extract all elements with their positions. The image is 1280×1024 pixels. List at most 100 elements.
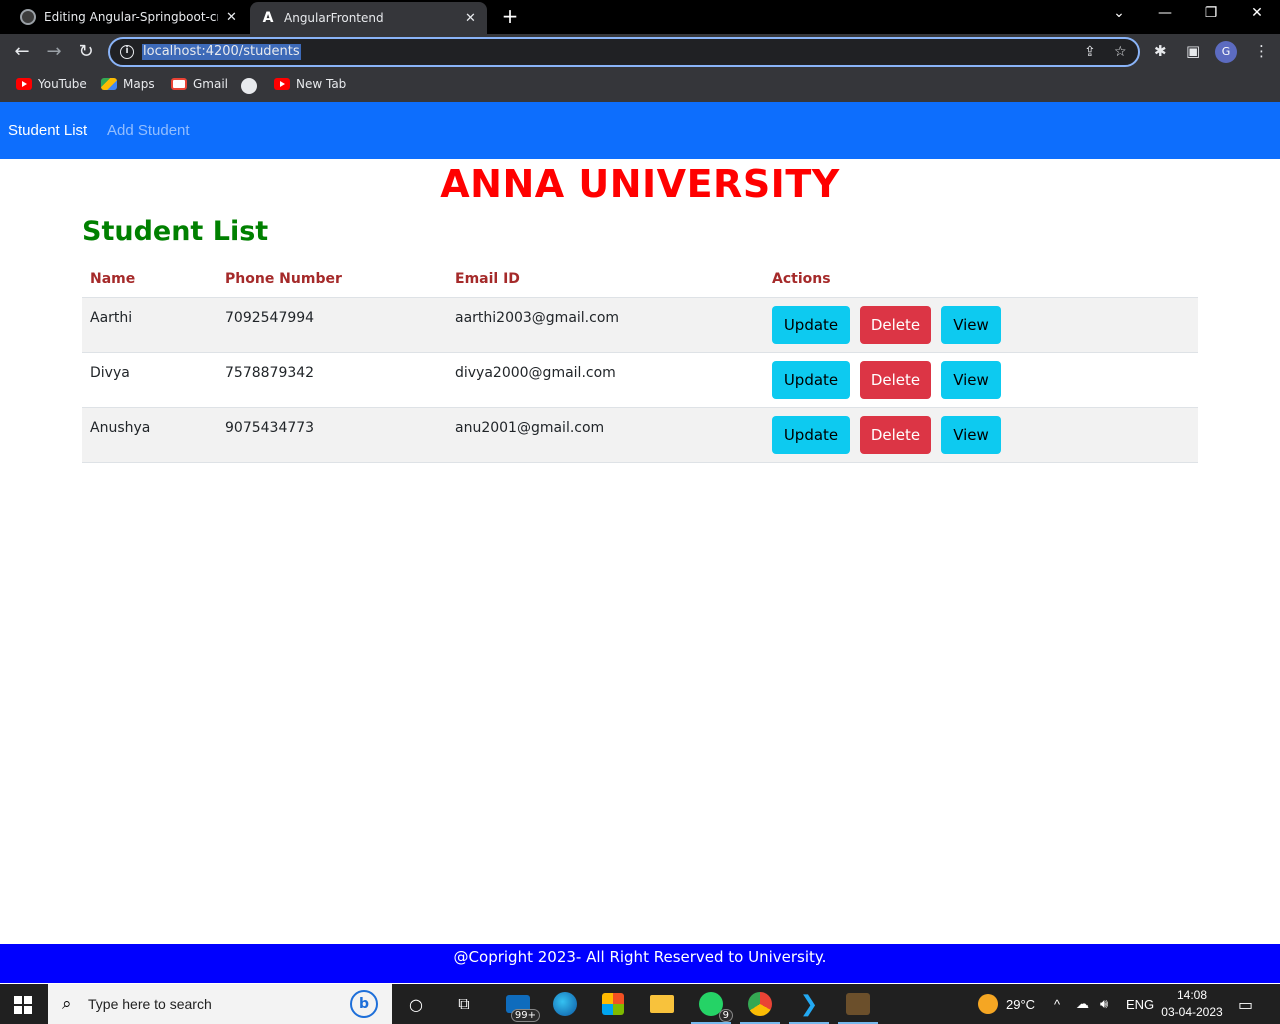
- close-tab-icon[interactable]: ✕: [226, 10, 237, 25]
- search-placeholder: Type here to search: [88, 996, 212, 1012]
- angular-icon: A: [262, 10, 274, 26]
- cell-phone: 9075434773: [217, 407, 447, 463]
- view-button[interactable]: View: [941, 360, 1001, 399]
- globe-icon: [241, 78, 257, 94]
- windows-start-icon[interactable]: [14, 996, 32, 1014]
- weather-temp: 29°C: [1006, 996, 1036, 1012]
- cell-name: Anushya: [82, 407, 217, 463]
- view-button[interactable]: View: [941, 415, 1001, 454]
- weather-widget[interactable]: 29°C: [978, 984, 1035, 1024]
- cell-phone: 7578879342: [217, 352, 447, 408]
- close-tab-icon[interactable]: ✕: [465, 11, 476, 26]
- tab-title: AngularFrontend: [284, 11, 384, 25]
- windows-taskbar: ⌕ Type here to search b ○ ⧉ 99+ 9 ❯ 29°C…: [0, 984, 1280, 1024]
- whatsapp-badge: 9: [718, 1009, 733, 1022]
- footer-text: @Copright 2023- All Right Reserved to Un…: [453, 948, 827, 966]
- search-icon: ⌕: [62, 994, 72, 1014]
- youtube-icon: [16, 78, 32, 90]
- taskbar-search-box[interactable]: ⌕ Type here to search b: [48, 984, 392, 1024]
- chrome-icon: [748, 992, 772, 1016]
- bookmark-maps[interactable]: Maps: [101, 77, 155, 91]
- task-view-icon[interactable]: ⧉: [450, 990, 478, 1018]
- address-bar[interactable]: i localhost:4200/students ⇪ ☆: [108, 37, 1140, 67]
- cell-actions: Update Delete View: [764, 407, 1198, 463]
- notifications-icon[interactable]: ▭: [1238, 995, 1253, 1014]
- tab-search-icon[interactable]: ⌄: [1104, 5, 1134, 21]
- reload-icon[interactable]: ↻: [74, 40, 98, 64]
- update-button[interactable]: Update: [772, 415, 850, 454]
- network-icon[interactable]: ☁: [1076, 984, 1089, 1024]
- bookmark-label: Maps: [123, 77, 155, 91]
- cell-email: anu2001@gmail.com: [447, 407, 764, 463]
- delete-button[interactable]: Delete: [860, 305, 931, 344]
- game-app[interactable]: [838, 990, 878, 1024]
- delete-button[interactable]: Delete: [860, 360, 931, 399]
- browser-tab-bar: Editing Angular-Springboot-crud ✕ A Angu…: [0, 0, 1280, 34]
- minimize-icon[interactable]: —: [1150, 5, 1180, 21]
- column-header-name: Name: [82, 262, 217, 298]
- chrome-app[interactable]: [740, 990, 780, 1024]
- bing-icon[interactable]: b: [350, 990, 378, 1018]
- bookmark-label: Gmail: [193, 77, 229, 91]
- nav-link-add-student[interactable]: Add Student: [107, 122, 190, 139]
- vscode-app[interactable]: ❯: [789, 990, 829, 1024]
- side-panel-icon[interactable]: ▣: [1186, 42, 1200, 60]
- page-title: ANNA UNIVERSITY: [440, 162, 840, 206]
- section-heading: Student List: [82, 216, 269, 247]
- view-button[interactable]: View: [941, 305, 1001, 344]
- table-row: Divya 7578879342 divya2000@gmail.com Upd…: [82, 352, 1198, 408]
- url-text[interactable]: localhost:4200/students: [142, 44, 301, 60]
- whatsapp-app[interactable]: 9: [691, 990, 733, 1024]
- youtube-icon: [274, 78, 290, 90]
- nav-link-student-list[interactable]: Student List: [8, 122, 87, 139]
- table-row: Anushya 9075434773 anu2001@gmail.com Upd…: [82, 407, 1198, 463]
- share-icon[interactable]: ⇪: [1084, 44, 1096, 60]
- bookmark-youtube[interactable]: YouTube: [16, 77, 87, 91]
- profile-avatar[interactable]: G: [1215, 41, 1237, 63]
- back-icon[interactable]: ←: [10, 40, 34, 64]
- browser-tab[interactable]: Editing Angular-Springboot-crud ✕: [10, 0, 250, 34]
- bookmarks-bar: YouTube Maps Gmail New Tab: [0, 70, 1280, 102]
- file-explorer-app[interactable]: [648, 990, 676, 1018]
- mail-app[interactable]: 99+: [504, 990, 540, 1022]
- bookmark-new-tab[interactable]: New Tab: [274, 77, 346, 91]
- app-navbar: Student List Add Student: [0, 102, 1280, 159]
- student-table: Name Phone Number Email ID Actions Aarth…: [82, 262, 1198, 463]
- bookmark-gmail[interactable]: Gmail: [171, 77, 228, 91]
- browser-toolbar: ← → ↻ i localhost:4200/students ⇪ ☆ ✱ ▣ …: [0, 34, 1280, 70]
- tab-title: Editing Angular-Springboot-crud: [44, 10, 218, 24]
- clock[interactable]: 14:08 03-04-2023: [1160, 987, 1224, 1021]
- close-window-icon[interactable]: ✕: [1242, 5, 1272, 21]
- clock-date: 03-04-2023: [1161, 1005, 1223, 1019]
- bookmark-globe[interactable]: [241, 78, 263, 94]
- store-app[interactable]: [599, 990, 627, 1018]
- gmail-icon: [171, 78, 187, 90]
- page-footer: @Copright 2023- All Right Reserved to Un…: [0, 944, 1280, 983]
- forward-icon[interactable]: →: [42, 40, 66, 64]
- cell-name: Aarthi: [82, 297, 217, 353]
- update-button[interactable]: Update: [772, 305, 850, 344]
- bookmark-star-icon[interactable]: ☆: [1114, 44, 1127, 60]
- vscode-icon: ❯: [799, 991, 819, 1017]
- browser-tab-active[interactable]: A AngularFrontend ✕: [250, 2, 487, 34]
- site-info-icon[interactable]: i: [120, 45, 134, 59]
- language-indicator[interactable]: ENG: [1126, 984, 1154, 1024]
- column-header-phone: Phone Number: [217, 262, 447, 298]
- volume-icon[interactable]: 🔊︎: [1100, 984, 1108, 1024]
- delete-button[interactable]: Delete: [860, 415, 931, 454]
- edge-app[interactable]: [551, 990, 579, 1018]
- column-header-actions: Actions: [764, 262, 1198, 298]
- extensions-icon[interactable]: ✱: [1154, 42, 1167, 60]
- cortana-icon[interactable]: ○: [402, 990, 430, 1018]
- cell-phone: 7092547994: [217, 297, 447, 353]
- new-tab-button[interactable]: +: [500, 4, 520, 28]
- folder-icon: [650, 995, 674, 1013]
- menu-icon[interactable]: ⋮: [1254, 42, 1269, 60]
- cell-email: divya2000@gmail.com: [447, 352, 764, 408]
- cell-actions: Update Delete View: [764, 352, 1198, 408]
- bookmark-label: YouTube: [38, 77, 87, 91]
- game-icon: [846, 993, 870, 1015]
- restore-icon[interactable]: ❐: [1196, 5, 1226, 21]
- show-hidden-icons[interactable]: ^: [1054, 984, 1060, 1024]
- update-button[interactable]: Update: [772, 360, 850, 399]
